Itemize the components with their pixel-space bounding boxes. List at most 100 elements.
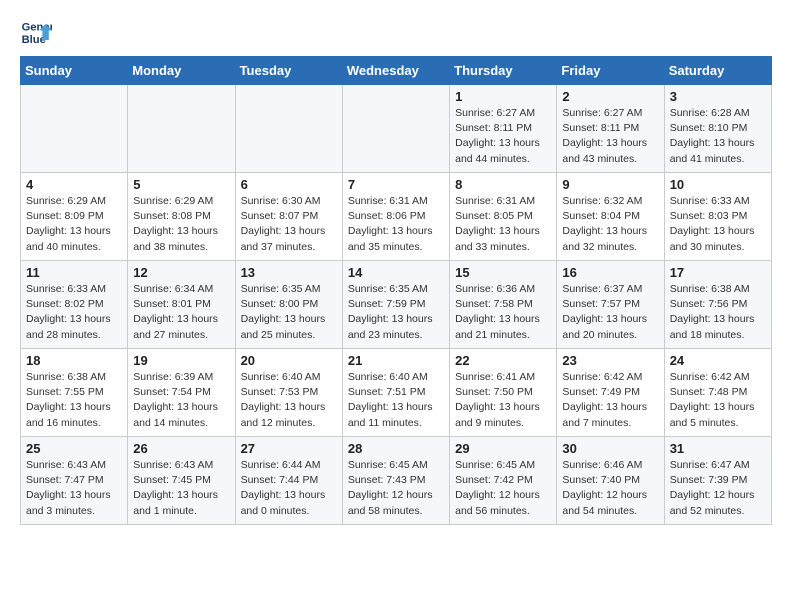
day-info: Sunrise: 6:39 AM Sunset: 7:54 PM Dayligh… — [133, 370, 229, 431]
day-info: Sunrise: 6:41 AM Sunset: 7:50 PM Dayligh… — [455, 370, 551, 431]
day-info: Sunrise: 6:32 AM Sunset: 8:04 PM Dayligh… — [562, 194, 658, 255]
day-info: Sunrise: 6:30 AM Sunset: 8:07 PM Dayligh… — [241, 194, 337, 255]
calendar-cell: 19 Sunrise: 6:39 AM Sunset: 7:54 PM Dayli… — [128, 349, 235, 437]
calendar-cell: 17 Sunrise: 6:38 AM Sunset: 7:56 PM Dayli… — [664, 261, 771, 349]
day-info: Sunrise: 6:43 AM Sunset: 7:45 PM Dayligh… — [133, 458, 229, 519]
day-number: 10 — [670, 177, 766, 192]
calendar-cell: 2 Sunrise: 6:27 AM Sunset: 8:11 PM Daylig… — [557, 85, 664, 173]
day-info: Sunrise: 6:36 AM Sunset: 7:58 PM Dayligh… — [455, 282, 551, 343]
day-info: Sunrise: 6:29 AM Sunset: 8:09 PM Dayligh… — [26, 194, 122, 255]
calendar-cell: 11 Sunrise: 6:33 AM Sunset: 8:02 PM Dayli… — [21, 261, 128, 349]
day-number: 1 — [455, 89, 551, 104]
day-info: Sunrise: 6:29 AM Sunset: 8:08 PM Dayligh… — [133, 194, 229, 255]
day-number: 15 — [455, 265, 551, 280]
logo-icon: General Blue — [20, 16, 52, 48]
day-info: Sunrise: 6:43 AM Sunset: 7:47 PM Dayligh… — [26, 458, 122, 519]
calendar-cell: 15 Sunrise: 6:36 AM Sunset: 7:58 PM Dayli… — [450, 261, 557, 349]
calendar-cell: 23Sunrise: 6:42 AM Sunset: 7:49 PM Dayli… — [557, 349, 664, 437]
day-number: 19 — [133, 353, 229, 368]
day-number: 27 — [241, 441, 337, 456]
day-header-saturday: Saturday — [664, 57, 771, 85]
calendar-cell: 8Sunrise: 6:31 AM Sunset: 8:05 PM Daylig… — [450, 173, 557, 261]
day-number: 9 — [562, 177, 658, 192]
day-number: 28 — [348, 441, 444, 456]
day-info: Sunrise: 6:31 AM Sunset: 8:06 PM Dayligh… — [348, 194, 444, 255]
day-number: 31 — [670, 441, 766, 456]
calendar-week-row: 4 Sunrise: 6:29 AM Sunset: 8:09 PM Daylig… — [21, 173, 772, 261]
day-number: 22 — [455, 353, 551, 368]
day-number: 17 — [670, 265, 766, 280]
day-info: Sunrise: 6:40 AM Sunset: 7:53 PM Dayligh… — [241, 370, 337, 431]
day-number: 2 — [562, 89, 658, 104]
day-number: 23 — [562, 353, 658, 368]
day-info: Sunrise: 6:31 AM Sunset: 8:05 PM Dayligh… — [455, 194, 551, 255]
day-number: 13 — [241, 265, 337, 280]
day-info: Sunrise: 6:38 AM Sunset: 7:56 PM Dayligh… — [670, 282, 766, 343]
calendar-week-row: 25 Sunrise: 6:43 AM Sunset: 7:47 PM Dayli… — [21, 437, 772, 525]
day-number: 18 — [26, 353, 122, 368]
calendar-cell: 10 Sunrise: 6:33 AM Sunset: 8:03 PM Dayli… — [664, 173, 771, 261]
page-header: General Blue — [20, 16, 772, 48]
day-number: 20 — [241, 353, 337, 368]
calendar-header-row: SundayMondayTuesdayWednesdayThursdayFrid… — [21, 57, 772, 85]
day-header-tuesday: Tuesday — [235, 57, 342, 85]
day-header-thursday: Thursday — [450, 57, 557, 85]
calendar-cell: 30 Sunrise: 6:46 AM Sunset: 7:40 PM Dayli… — [557, 437, 664, 525]
calendar-cell: 13 Sunrise: 6:35 AM Sunset: 8:00 PM Dayli… — [235, 261, 342, 349]
day-number: 21 — [348, 353, 444, 368]
day-info: Sunrise: 6:33 AM Sunset: 8:03 PM Dayligh… — [670, 194, 766, 255]
calendar-week-row: 1 Sunrise: 6:27 AM Sunset: 8:11 PM Daylig… — [21, 85, 772, 173]
calendar-cell — [342, 85, 449, 173]
day-info: Sunrise: 6:46 AM Sunset: 7:40 PM Dayligh… — [562, 458, 658, 519]
day-info: Sunrise: 6:45 AM Sunset: 7:42 PM Dayligh… — [455, 458, 551, 519]
calendar-cell: 4 Sunrise: 6:29 AM Sunset: 8:09 PM Daylig… — [21, 173, 128, 261]
calendar-cell: 5 Sunrise: 6:29 AM Sunset: 8:08 PM Daylig… — [128, 173, 235, 261]
calendar-cell: 25 Sunrise: 6:43 AM Sunset: 7:47 PM Dayli… — [21, 437, 128, 525]
day-info: Sunrise: 6:34 AM Sunset: 8:01 PM Dayligh… — [133, 282, 229, 343]
day-info: Sunrise: 6:27 AM Sunset: 8:11 PM Dayligh… — [455, 106, 551, 167]
calendar-cell — [21, 85, 128, 173]
day-header-sunday: Sunday — [21, 57, 128, 85]
day-number: 11 — [26, 265, 122, 280]
day-info: Sunrise: 6:47 AM Sunset: 7:39 PM Dayligh… — [670, 458, 766, 519]
day-info: Sunrise: 6:44 AM Sunset: 7:44 PM Dayligh… — [241, 458, 337, 519]
day-number: 29 — [455, 441, 551, 456]
calendar-cell — [235, 85, 342, 173]
day-header-monday: Monday — [128, 57, 235, 85]
day-info: Sunrise: 6:45 AM Sunset: 7:43 PM Dayligh… — [348, 458, 444, 519]
day-info: Sunrise: 6:35 AM Sunset: 7:59 PM Dayligh… — [348, 282, 444, 343]
calendar-cell: 16Sunrise: 6:37 AM Sunset: 7:57 PM Dayli… — [557, 261, 664, 349]
day-number: 7 — [348, 177, 444, 192]
day-number: 24 — [670, 353, 766, 368]
day-number: 14 — [348, 265, 444, 280]
day-info: Sunrise: 6:28 AM Sunset: 8:10 PM Dayligh… — [670, 106, 766, 167]
day-info: Sunrise: 6:27 AM Sunset: 8:11 PM Dayligh… — [562, 106, 658, 167]
svg-text:Blue: Blue — [22, 34, 46, 46]
day-number: 4 — [26, 177, 122, 192]
calendar-cell: 18 Sunrise: 6:38 AM Sunset: 7:55 PM Dayli… — [21, 349, 128, 437]
calendar-cell: 9 Sunrise: 6:32 AM Sunset: 8:04 PM Daylig… — [557, 173, 664, 261]
day-info: Sunrise: 6:40 AM Sunset: 7:51 PM Dayligh… — [348, 370, 444, 431]
calendar-cell: 7 Sunrise: 6:31 AM Sunset: 8:06 PM Daylig… — [342, 173, 449, 261]
calendar-cell: 31 Sunrise: 6:47 AM Sunset: 7:39 PM Dayli… — [664, 437, 771, 525]
calendar-cell: 20 Sunrise: 6:40 AM Sunset: 7:53 PM Dayli… — [235, 349, 342, 437]
day-info: Sunrise: 6:33 AM Sunset: 8:02 PM Dayligh… — [26, 282, 122, 343]
day-info: Sunrise: 6:38 AM Sunset: 7:55 PM Dayligh… — [26, 370, 122, 431]
calendar-week-row: 18 Sunrise: 6:38 AM Sunset: 7:55 PM Dayli… — [21, 349, 772, 437]
day-number: 12 — [133, 265, 229, 280]
day-number: 5 — [133, 177, 229, 192]
calendar-cell: 24Sunrise: 6:42 AM Sunset: 7:48 PM Dayli… — [664, 349, 771, 437]
logo: General Blue — [20, 16, 52, 48]
day-number: 30 — [562, 441, 658, 456]
calendar-week-row: 11 Sunrise: 6:33 AM Sunset: 8:02 PM Dayli… — [21, 261, 772, 349]
calendar-cell: 6 Sunrise: 6:30 AM Sunset: 8:07 PM Daylig… — [235, 173, 342, 261]
calendar-cell: 28 Sunrise: 6:45 AM Sunset: 7:43 PM Dayli… — [342, 437, 449, 525]
day-number: 3 — [670, 89, 766, 104]
day-header-friday: Friday — [557, 57, 664, 85]
calendar-cell: 1 Sunrise: 6:27 AM Sunset: 8:11 PM Daylig… — [450, 85, 557, 173]
day-number: 6 — [241, 177, 337, 192]
day-info: Sunrise: 6:35 AM Sunset: 8:00 PM Dayligh… — [241, 282, 337, 343]
calendar-cell: 14 Sunrise: 6:35 AM Sunset: 7:59 PM Dayli… — [342, 261, 449, 349]
day-number: 26 — [133, 441, 229, 456]
day-number: 25 — [26, 441, 122, 456]
